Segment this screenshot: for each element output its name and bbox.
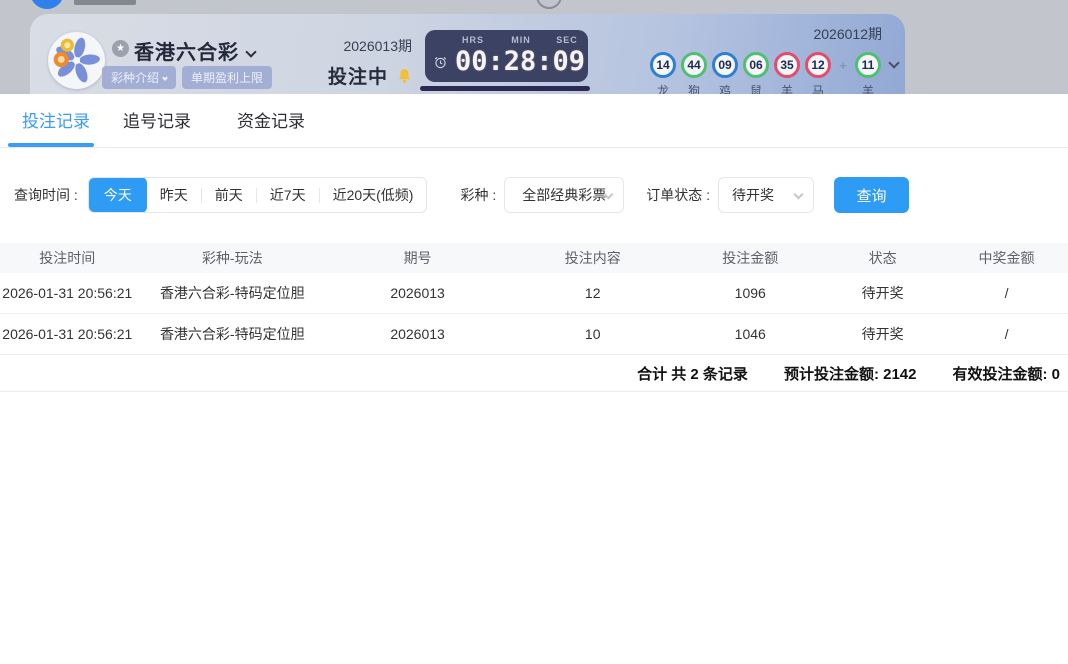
zodiac-label: 龙 bbox=[650, 82, 676, 94]
tab-fund-records[interactable]: 资金记录 bbox=[237, 107, 305, 147]
col-status: 状态 bbox=[820, 248, 945, 268]
query-button[interactable]: 查询 bbox=[834, 177, 909, 213]
chevron-down-icon bbox=[162, 75, 168, 81]
countdown-timer: HRS MIN SEC 00:28:09 bbox=[425, 30, 588, 82]
col-bet-content: 投注内容 bbox=[505, 248, 680, 268]
cell-status: 待开奖 bbox=[820, 283, 945, 303]
table-row[interactable]: 2026-01-31 20:56:21 香港六合彩-特码定位胆 2026013 … bbox=[0, 314, 1068, 355]
summary-total: 合计 共 2 条记录 bbox=[637, 363, 748, 384]
zodiac-label: 羊 bbox=[855, 82, 881, 94]
timer-hrs-label: HRS bbox=[462, 35, 484, 45]
status-filter-label: 订单状态 : bbox=[646, 185, 710, 205]
zodiac-label: 马 bbox=[805, 82, 831, 94]
tab-chase-records[interactable]: 追号记录 bbox=[123, 107, 191, 147]
bell-icon[interactable] bbox=[397, 68, 412, 84]
result-ball: 09 bbox=[712, 52, 738, 78]
cell-status: 待开奖 bbox=[820, 324, 945, 344]
timer-sec-label: SEC bbox=[556, 35, 578, 45]
lottery-name[interactable]: 香港六合彩 bbox=[134, 36, 255, 65]
timer-progress-bar bbox=[420, 86, 590, 91]
site-logo-text bbox=[74, 0, 136, 5]
cell-issue: 2026013 bbox=[330, 326, 505, 342]
cell-win-amount: / bbox=[945, 326, 1068, 342]
last-issue: 2026012期 bbox=[650, 24, 905, 44]
alarm-clock-icon bbox=[434, 56, 447, 69]
result-ball: 12 bbox=[805, 52, 831, 78]
profit-cap-button[interactable]: 单期盈利上限 bbox=[182, 66, 272, 89]
filter-bar: 查询时间 : 今天 昨天 前天 近7天 近20天(低频) 彩种 : 全部经典彩票… bbox=[0, 177, 1068, 213]
lottery-filter-label: 彩种 : bbox=[460, 185, 496, 205]
current-issue: 2026013期 bbox=[308, 36, 412, 56]
tab-bet-records[interactable]: 投注记录 bbox=[22, 107, 90, 147]
col-win-amount: 中奖金额 bbox=[945, 248, 1068, 268]
zodiac-label: 羊 bbox=[774, 82, 800, 94]
cell-win-amount: / bbox=[945, 285, 1068, 301]
time-option-7days[interactable]: 近7天 bbox=[257, 177, 319, 213]
record-tabs: 投注记录 追号记录 资金记录 bbox=[0, 94, 1068, 148]
col-bet-time: 投注时间 bbox=[0, 248, 135, 268]
timer-min-label: MIN bbox=[511, 35, 531, 45]
result-ball-special: 11 bbox=[855, 52, 881, 78]
site-logo[interactable] bbox=[30, 0, 64, 9]
betting-status: 投注中 bbox=[328, 62, 388, 89]
cell-bet-time: 2026-01-31 20:56:21 bbox=[0, 326, 135, 342]
table-summary-row: 合计 共 2 条记录 预计投注金额: 2142 有效投注金额: 0 bbox=[0, 355, 1068, 392]
lottery-select-value: 全部经典彩票 bbox=[522, 185, 606, 205]
cell-bet-amount: 1046 bbox=[680, 326, 820, 342]
plus-separator: + bbox=[836, 58, 850, 73]
result-ball: 14 bbox=[650, 52, 676, 78]
top-partial-circle bbox=[536, 0, 562, 9]
zodiac-row: 龙 狗 鸡 鼠 羊 马 羊 bbox=[650, 82, 905, 94]
time-option-yesterday[interactable]: 昨天 bbox=[147, 177, 201, 213]
result-ball: 35 bbox=[774, 52, 800, 78]
cell-bet-amount: 1096 bbox=[680, 285, 820, 301]
table-header-row: 投注时间 彩种-玩法 期号 投注内容 投注金额 状态 中奖金额 bbox=[0, 243, 1068, 273]
cell-bet-time: 2026-01-31 20:56:21 bbox=[0, 285, 135, 301]
time-filter-label: 查询时间 : bbox=[14, 185, 78, 205]
records-section: 投注记录 追号记录 资金记录 查询时间 : 今天 昨天 前天 近7天 近20天(… bbox=[0, 94, 1068, 392]
col-issue: 期号 bbox=[330, 248, 505, 268]
cell-issue: 2026013 bbox=[330, 285, 505, 301]
col-game-play: 彩种-玩法 bbox=[135, 248, 330, 268]
result-ball: 06 bbox=[743, 52, 769, 78]
time-filter-group: 今天 昨天 前天 近7天 近20天(低频) bbox=[88, 177, 428, 213]
time-option-20days[interactable]: 近20天(低频) bbox=[320, 177, 427, 213]
table-row[interactable]: 2026-01-31 20:56:21 香港六合彩-特码定位胆 2026013 … bbox=[0, 273, 1068, 314]
zodiac-label: 鸡 bbox=[712, 82, 738, 94]
chevron-down-icon bbox=[794, 190, 804, 200]
cell-game-play: 香港六合彩-特码定位胆 bbox=[135, 324, 330, 344]
summary-valid: 有效投注金额: 0 bbox=[952, 363, 1060, 384]
cell-bet-content: 12 bbox=[505, 285, 680, 301]
time-option-daybefore[interactable]: 前天 bbox=[202, 177, 256, 213]
status-select-value: 待开奖 bbox=[732, 185, 774, 205]
favorite-star-icon[interactable]: ★ bbox=[112, 40, 129, 57]
lottery-info-panel: ★ 香港六合彩 彩种介绍 单期盈利上限 2026013期 投注中 bbox=[30, 14, 905, 94]
bet-records-table: 投注时间 彩种-玩法 期号 投注内容 投注金额 状态 中奖金额 2026-01-… bbox=[0, 243, 1068, 392]
timer-value: 00:28:09 bbox=[455, 46, 585, 77]
lottery-header: ★ 香港六合彩 彩种介绍 单期盈利上限 2026013期 投注中 bbox=[0, 0, 1068, 94]
zodiac-label: 鼠 bbox=[743, 82, 769, 94]
time-option-today[interactable]: 今天 bbox=[89, 177, 147, 213]
order-status-select[interactable]: 待开奖 bbox=[718, 177, 814, 213]
result-ball: 44 bbox=[681, 52, 707, 78]
zodiac-label: 狗 bbox=[681, 82, 707, 94]
results-expand-button[interactable] bbox=[886, 59, 902, 67]
summary-expected: 预计投注金额: 2142 bbox=[784, 363, 917, 384]
col-bet-amount: 投注金额 bbox=[680, 248, 820, 268]
lottery-select[interactable]: 全部经典彩票 bbox=[504, 177, 624, 213]
cell-game-play: 香港六合彩-特码定位胆 bbox=[135, 283, 330, 303]
lottery-avatar-icon bbox=[48, 32, 105, 89]
lottery-intro-button[interactable]: 彩种介绍 bbox=[102, 66, 176, 89]
chevron-down-icon bbox=[245, 46, 256, 57]
cell-bet-content: 10 bbox=[505, 326, 680, 342]
chevron-down-icon bbox=[888, 57, 899, 68]
draw-results: 2026012期 14 44 09 06 35 12 + 11 龙 狗 鸡 鼠 … bbox=[650, 24, 905, 94]
